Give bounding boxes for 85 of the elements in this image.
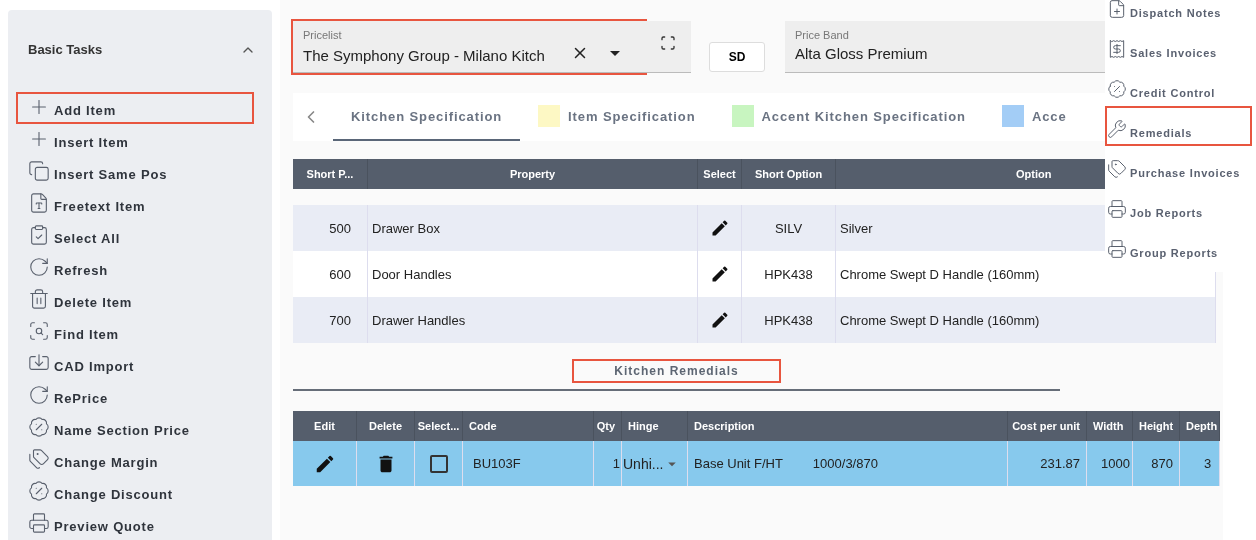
sidebar-item[interactable]: Delete Item: [16, 284, 254, 316]
table-cell: 870: [1133, 441, 1180, 486]
tab-label: Item Specification: [568, 108, 696, 124]
table-cell: SILV: [742, 205, 836, 251]
checkbox[interactable]: [429, 454, 448, 473]
refresh-icon: [28, 384, 50, 406]
table-cell: 700: [293, 297, 368, 343]
percent-tag-icon: [1107, 79, 1127, 99]
hinge-select[interactable]: Unhi...: [622, 441, 688, 486]
menu-item[interactable]: Remedials: [1105, 106, 1252, 146]
price-band-field[interactable]: Price Band Alta Gloss Premium: [785, 21, 1105, 73]
column-header[interactable]: Select: [698, 159, 742, 189]
column-header[interactable]: Short P...: [293, 159, 368, 189]
tab[interactable]: Acce: [983, 93, 1085, 141]
sidebar-item[interactable]: Insert Item: [16, 124, 254, 156]
table-cell: HPK438: [742, 297, 836, 343]
percent-tag-icon: [28, 480, 50, 502]
printer-icon: [1107, 239, 1127, 259]
receipt-icon: [1107, 39, 1127, 59]
column-header[interactable]: Width: [1087, 411, 1133, 441]
clipboard-check-icon: [28, 224, 50, 246]
table-cell: Drawer Handles: [368, 297, 698, 343]
sidebar-item[interactable]: Change Margin: [16, 444, 254, 476]
table-cell: Chrome Swept D Handle (160mm): [836, 297, 1216, 343]
section-title: Basic Tasks: [28, 42, 103, 57]
printer-icon: [1107, 199, 1127, 219]
column-header[interactable]: Select...: [415, 411, 463, 441]
table-cell: 600: [293, 251, 368, 297]
scan-icon: [660, 35, 676, 51]
column-header[interactable]: Cost per unit: [1008, 411, 1087, 441]
search-icon: [28, 320, 50, 342]
column-header[interactable]: Depth: [1180, 411, 1220, 441]
tab-label: Kitchen Specification: [351, 108, 503, 124]
trash-icon: [28, 288, 50, 310]
sidebar-item[interactable]: RePrice: [16, 380, 254, 412]
document-plus-icon: [1107, 0, 1127, 19]
column-header[interactable]: Qty: [594, 411, 622, 441]
percent-tag-icon: [28, 416, 50, 438]
pricelist-select[interactable]: Pricelist The Symphony Group - Milano Kitch: [293, 21, 645, 73]
column-header[interactable]: Description: [688, 411, 1008, 441]
sd-button[interactable]: SD: [709, 42, 765, 72]
tags-icon: [28, 448, 50, 470]
tab-label: Acce: [1031, 108, 1067, 124]
sidebar-item[interactable]: Add Item: [16, 92, 254, 124]
table-cell: 1000: [1087, 441, 1133, 486]
table-cell: Drawer Box: [368, 205, 698, 251]
column-header[interactable]: Delete: [357, 411, 415, 441]
column-header[interactable]: Property: [368, 159, 698, 189]
tab[interactable]: Accent Kitchen Specification: [713, 93, 984, 141]
table-cell: Door Handles: [368, 251, 698, 297]
sidebar-item[interactable]: Insert Same Pos: [16, 156, 254, 188]
table-cell: Base Unit F/HT: [694, 456, 783, 471]
column-header[interactable]: Code: [463, 411, 594, 441]
sidebar-item[interactable]: Find Item: [16, 316, 254, 348]
document-icon: [28, 192, 50, 214]
sidebar-item[interactable]: Change Discount: [16, 476, 254, 508]
sidebar-item[interactable]: CAD Import: [16, 348, 254, 380]
tab[interactable]: Kitchen Specification: [333, 93, 521, 141]
section-tab[interactable]: Kitchen Remedials: [572, 359, 781, 383]
sidebar-item[interactable]: Name Section Price: [16, 412, 254, 444]
refresh-icon: [28, 256, 50, 278]
menu-item[interactable]: Sales Invoices: [1105, 26, 1252, 66]
wrench-icon: [1107, 119, 1127, 139]
menu-item[interactable]: Dispatch Notes: [1105, 0, 1252, 26]
sidebar-item[interactable]: Preview Quote: [16, 508, 254, 540]
sidebar-item[interactable]: Select All: [16, 220, 254, 252]
copy-icon: [28, 160, 50, 182]
tab[interactable]: Item Specification: [520, 93, 714, 141]
tags-icon: [1107, 159, 1127, 179]
column-header[interactable]: Height: [1133, 411, 1180, 441]
table-cell: 3: [1180, 441, 1220, 486]
column-header[interactable]: Hinge: [622, 411, 688, 441]
sidebar-item[interactable]: Freetext Item: [16, 188, 254, 220]
tab-label: Accent Kitchen Specification: [761, 108, 966, 124]
table-cell: 231.87: [1008, 441, 1087, 486]
table-cell: 500: [293, 205, 368, 251]
column-header[interactable]: Short Option: [742, 159, 836, 189]
table-cell: HPK438: [742, 251, 836, 297]
table-cell: 1: [594, 441, 622, 486]
sidebar-item[interactable]: Refresh: [16, 252, 254, 284]
printer-icon: [28, 512, 50, 534]
dimensions-field[interactable]: 1000/3/870: [812, 456, 878, 471]
table-cell: BU103F: [463, 441, 594, 486]
menu-item[interactable]: Credit Control: [1105, 66, 1252, 106]
column-header[interactable]: Edit: [293, 411, 357, 441]
